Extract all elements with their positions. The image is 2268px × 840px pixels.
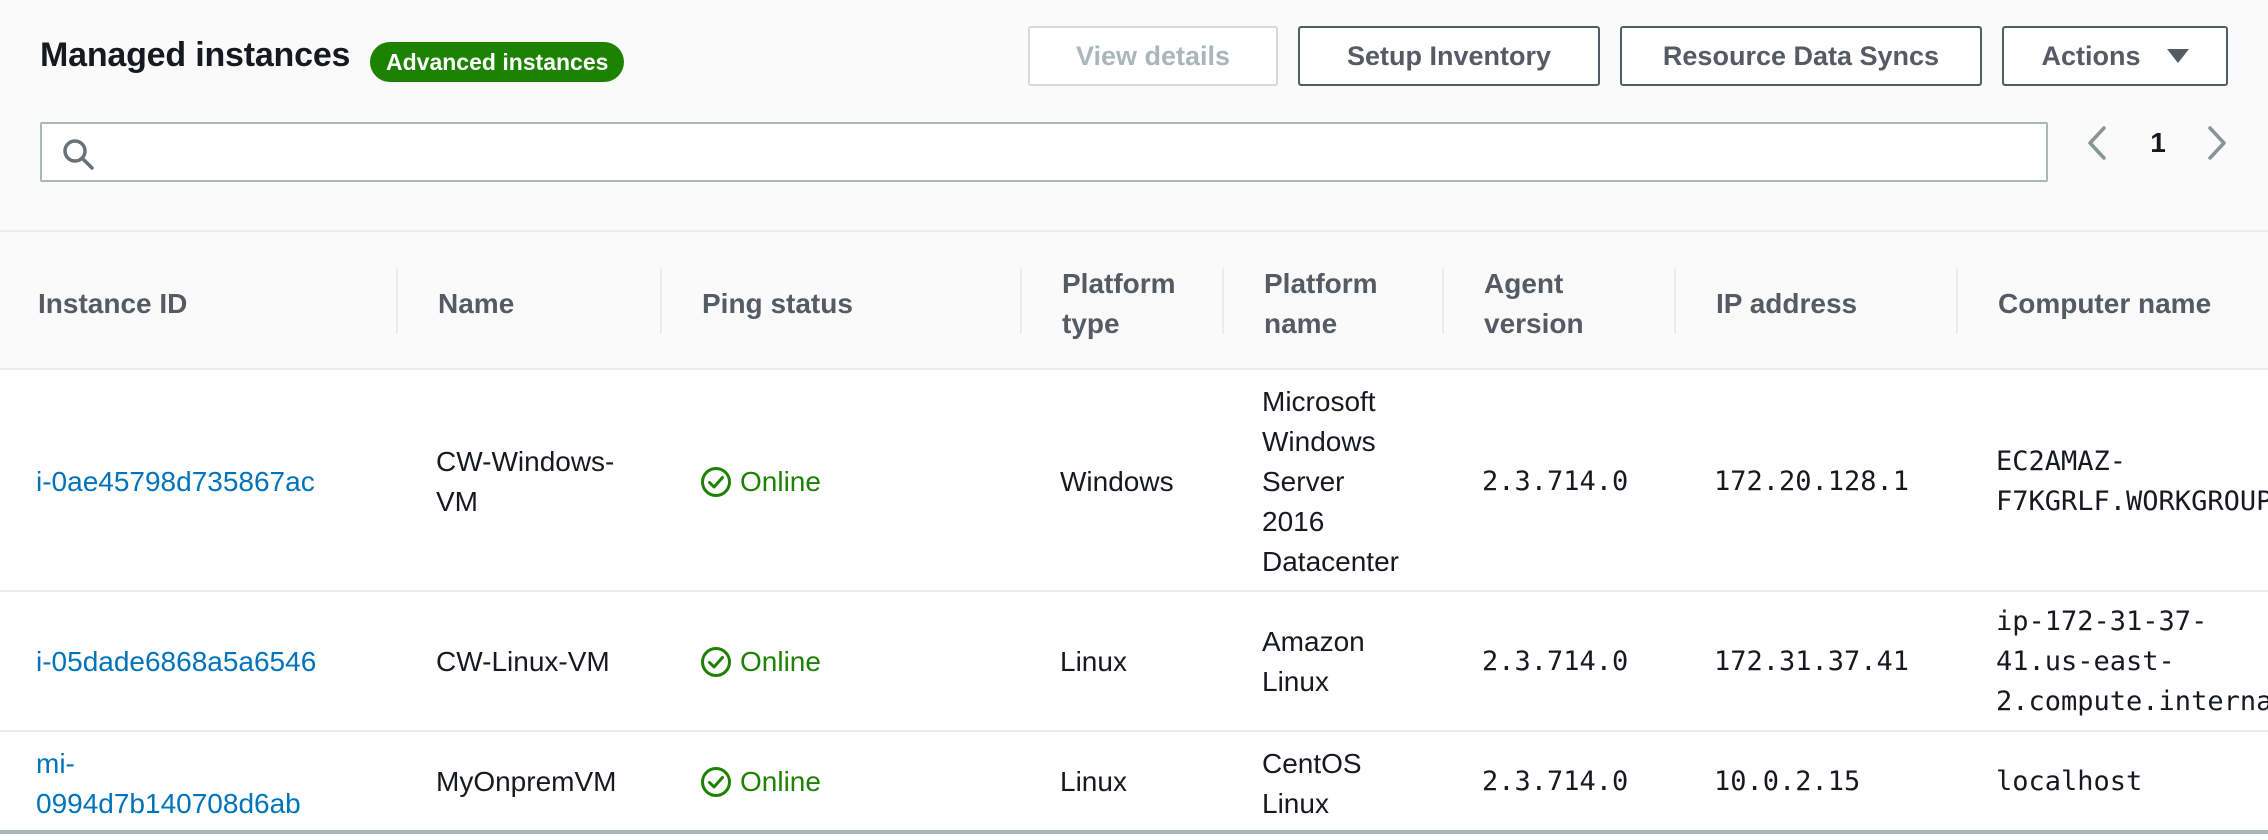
column-divider[interactable] — [396, 268, 398, 334]
platform-name-line: Linux — [1262, 788, 1329, 819]
ping-status: Online — [700, 762, 821, 802]
column-header-computer-name[interactable]: Computer name — [1998, 284, 2211, 324]
table-row[interactable]: i-05dade6868a5a6546 CW-Linux-VM Online L… — [0, 592, 2268, 732]
platform-type: Windows — [1060, 466, 1174, 497]
column-divider[interactable] — [1222, 268, 1224, 334]
ping-status-label: Online — [740, 466, 821, 497]
instance-name-line: CW-Windows- — [436, 446, 615, 477]
column-header-ping-status[interactable]: Ping status — [702, 284, 853, 324]
current-page-number[interactable]: 1 — [2146, 118, 2170, 168]
instance-id-link[interactable]: mi- 0994d7b140708d6ab — [36, 744, 301, 824]
ip-address: 172.20.128.1 — [1714, 466, 1910, 497]
actions-dropdown-button[interactable]: Actions — [2002, 26, 2228, 86]
check-circle-icon — [701, 467, 731, 497]
column-divider[interactable] — [1020, 268, 1022, 334]
column-divider[interactable] — [1674, 268, 1676, 334]
check-circle-icon — [701, 647, 731, 677]
column-header-text: version — [1484, 308, 1584, 339]
column-divider[interactable] — [1956, 268, 1958, 334]
platform-name-line: Server — [1262, 466, 1345, 497]
computer-name-line: 41.us-east- — [1996, 646, 2175, 677]
instance-id-link[interactable]: i-0ae45798d735867ac — [36, 462, 315, 502]
column-header-text: Agent — [1484, 268, 1564, 299]
computer-name-line: ip-172-31-37- — [1996, 606, 2208, 637]
agent-version: 2.3.714.0 — [1482, 766, 1629, 797]
agent-version: 2.3.714.0 — [1482, 466, 1629, 497]
platform-name-line: 2016 — [1262, 506, 1325, 537]
instance-name: CW-Windows- VM — [436, 442, 614, 522]
platform-name-line: CentOS — [1262, 748, 1362, 779]
caret-down-icon — [2166, 49, 2189, 63]
platform-name-line: Microsoft — [1262, 386, 1376, 417]
table-row[interactable]: mi- 0994d7b140708d6ab MyOnpremVM Online … — [0, 732, 2268, 832]
platform-type: Linux — [1060, 766, 1127, 797]
ping-status-label: Online — [740, 646, 821, 677]
ping-status-label: Online — [740, 766, 821, 797]
check-circle-icon — [701, 767, 731, 797]
platform-name: Microsoft Windows Server 2016 Datacenter — [1262, 382, 1399, 582]
ip-address: 172.31.37.41 — [1714, 646, 1910, 677]
platform-name: CentOS Linux — [1262, 744, 1362, 824]
page-title: Managed instances — [40, 36, 351, 74]
horizontal-scrollbar[interactable] — [0, 830, 2268, 834]
instance-name: MyOnpremVM — [436, 766, 617, 797]
column-divider[interactable] — [660, 268, 662, 334]
computer-name-line: F7KGRLF.WORKGROUP — [1996, 486, 2268, 517]
page-header: Managed instances Advanced instances Vie… — [0, 0, 2268, 232]
ping-status: Online — [700, 462, 821, 502]
column-header-text: name — [1264, 308, 1338, 339]
column-header-platform-name[interactable]: Platform name — [1264, 264, 1378, 344]
instance-id-link[interactable]: i-05dade6868a5a6546 — [36, 642, 316, 682]
platform-name-line: Windows — [1262, 426, 1376, 457]
computer-name: ip-172-31-37- 41.us-east- 2.compute.inte… — [1996, 602, 2268, 722]
platform-name-line: Linux — [1262, 666, 1329, 697]
platform-name: Amazon Linux — [1262, 622, 1365, 702]
computer-name: localhost — [1996, 766, 2143, 797]
resource-data-syncs-button[interactable]: Resource Data Syncs — [1620, 26, 1982, 86]
instance-name-line: VM — [436, 486, 478, 517]
search-box[interactable] — [40, 122, 2048, 182]
platform-name-line: Amazon — [1262, 626, 1365, 657]
instance-id-line: 0994d7b140708d6ab — [36, 788, 301, 819]
computer-name-line: 2.compute.internal — [1996, 686, 2268, 717]
setup-inventory-button[interactable]: Setup Inventory — [1298, 26, 1600, 86]
computer-name-line: EC2AMAZ- — [1996, 446, 2127, 477]
column-header-name[interactable]: Name — [438, 284, 514, 324]
column-header-text: type — [1062, 308, 1120, 339]
column-header-text: Platform — [1062, 268, 1176, 299]
column-header-platform-type[interactable]: Platform type — [1062, 264, 1176, 344]
table-header: Instance ID Name Ping status Platform ty… — [0, 232, 2268, 370]
chevron-left-icon[interactable] — [2082, 118, 2112, 168]
search-icon — [63, 139, 94, 170]
chevron-right-icon[interactable] — [2202, 118, 2232, 168]
view-details-button[interactable]: View details — [1028, 26, 1278, 86]
agent-version: 2.3.714.0 — [1482, 646, 1629, 677]
ip-address: 10.0.2.15 — [1714, 766, 1861, 797]
advanced-instances-badge: Advanced instances — [370, 42, 625, 82]
table-row[interactable]: i-0ae45798d735867ac CW-Windows- VM Onlin… — [0, 370, 2268, 592]
column-divider[interactable] — [1442, 268, 1444, 334]
ping-status: Online — [700, 642, 821, 682]
column-header-text: Platform — [1264, 268, 1378, 299]
instance-name: CW-Linux-VM — [436, 646, 610, 677]
platform-name-line: Datacenter — [1262, 546, 1399, 577]
computer-name: EC2AMAZ- F7KGRLF.WORKGROUP — [1996, 442, 2268, 522]
platform-type: Linux — [1060, 646, 1127, 677]
actions-label: Actions — [2041, 40, 2141, 71]
column-header-instance-id[interactable]: Instance ID — [38, 284, 187, 324]
search-input[interactable] — [112, 130, 2032, 174]
column-header-agent-version[interactable]: Agent version — [1484, 264, 1584, 344]
instance-id-line: mi- — [36, 748, 75, 779]
column-header-ip-address[interactable]: IP address — [1716, 284, 1857, 324]
